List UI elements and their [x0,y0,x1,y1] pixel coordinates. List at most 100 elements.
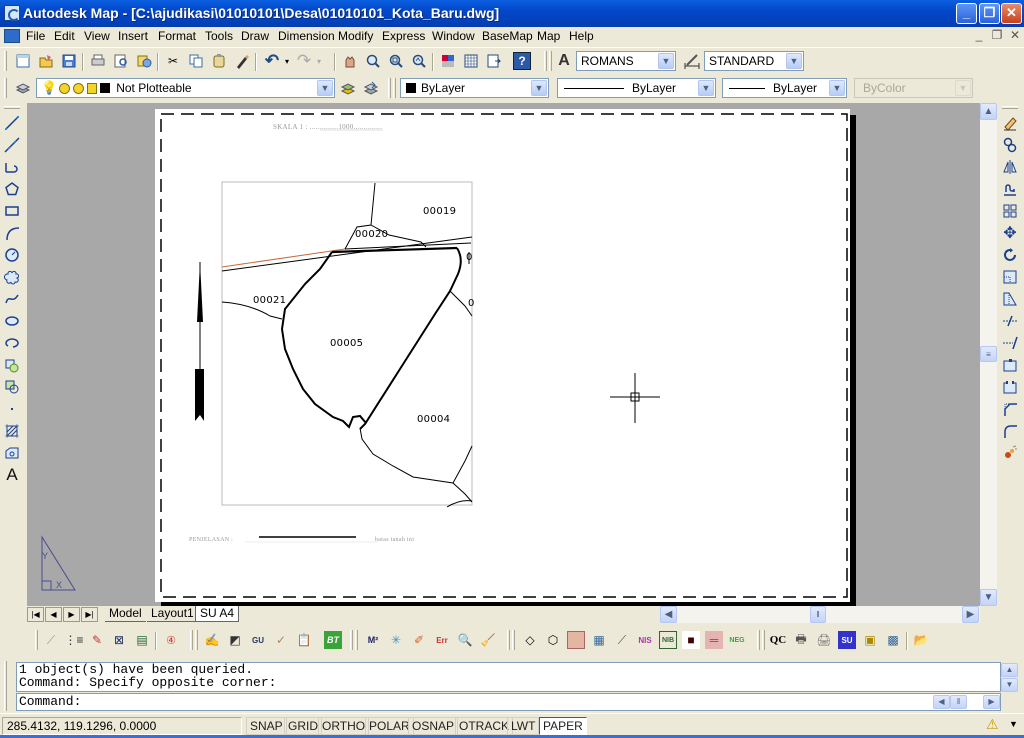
command-scroll-down-button[interactable]: ▼ [1001,678,1018,692]
zoom-window-icon[interactable] [387,52,405,70]
rotate-icon[interactable] [1001,246,1019,264]
measure-icon[interactable]: ⊠ [110,631,128,649]
array-icon[interactable] [1001,202,1019,220]
parcel-label[interactable]: 00021 [253,295,286,306]
offset-icon[interactable] [1001,180,1019,198]
publish-icon[interactable] [135,52,153,70]
cleanup-broom-icon[interactable]: 🧹 [479,631,497,649]
line-icon[interactable] [3,114,21,132]
design-center-icon[interactable] [462,52,480,70]
toolbar-grip[interactable] [4,51,7,71]
menu-window[interactable]: Window [432,29,475,43]
otrack-toggle[interactable]: OTRACK [455,717,514,735]
viewport-freeze-icon[interactable] [73,82,85,94]
toolbar-grip[interactable] [4,78,7,98]
doc-minimize-button[interactable]: _ [972,28,986,42]
minimize-button[interactable]: _ [956,3,977,24]
redo-dropdown-icon[interactable]: ▾ [314,52,324,70]
layer-manager-icon[interactable] [14,79,32,97]
menu-basemap[interactable]: BaseMap [482,29,533,43]
qc-button[interactable]: QC [769,631,787,649]
draw-line-icon[interactable]: ⟋ [613,631,631,649]
undo-icon[interactable]: ↶ [263,51,281,70]
layer-select[interactable]: 💡 Not Plotteable ▼ [36,78,335,98]
last-tab-button[interactable]: ▶| [81,607,98,622]
dim-style-select[interactable]: STANDARD ▼ [704,51,804,71]
paper-toggle[interactable]: PAPER [539,717,587,735]
lock-icon[interactable] [87,82,98,94]
menu-draw[interactable]: Draw [241,29,269,43]
chevron-down-icon[interactable]: ▼ [786,53,802,69]
restore-button[interactable]: ❐ [979,3,1000,24]
scroll-right-button[interactable]: ▶ [962,606,979,623]
bt-button[interactable]: BT [324,631,342,649]
double-line-icon[interactable]: ═ [705,631,723,649]
layout-image-icon[interactable]: ▣ [861,631,879,649]
make-current-layer-icon[interactable] [339,79,357,97]
frame-icon[interactable]: ▩ [884,631,902,649]
chevron-down-icon[interactable]: ▼ [698,80,714,96]
nib-button[interactable]: NIB [659,631,677,649]
print-preview-icon[interactable]: 🖶 [792,631,810,649]
su-button[interactable]: SU [838,631,856,649]
paste-icon[interactable] [210,52,228,70]
menu-insert[interactable]: Insert [118,29,148,43]
parcel-fill-icon[interactable] [567,631,585,649]
region-icon[interactable] [3,444,21,462]
make-block-icon[interactable] [3,378,21,396]
color-block-icon[interactable]: ■ [682,631,700,649]
tab-model[interactable]: Model [105,606,146,622]
parcel-label[interactable]: 00004 [417,414,450,425]
cut-icon[interactable]: ✂ [164,52,182,70]
toolbar-grip[interactable] [190,630,193,650]
toolbar-grip[interactable] [388,78,391,98]
tab-su-a4[interactable]: SU A4 [195,606,240,622]
toolbar-grip[interactable] [355,630,358,650]
toolbar-grip[interactable] [195,630,198,650]
text-style-select[interactable]: ROMANS ▼ [576,51,676,71]
match-properties-icon[interactable] [233,52,251,70]
grid-toggle[interactable]: GRID [284,717,322,735]
copy-object-icon[interactable] [1001,136,1019,154]
close-button[interactable]: ✕ [1001,3,1022,24]
toolbar-grip[interactable] [35,630,38,650]
stretch-icon[interactable] [1001,290,1019,308]
horizontal-scroll-thumb[interactable]: ‖ [810,606,826,623]
status-menu-arrow-icon[interactable]: ▼ [1009,719,1018,729]
osnap-toggle[interactable]: OSNAP [408,717,459,735]
autodesk-map-app-icon[interactable] [4,5,20,21]
scroll-up-button[interactable]: ▲ [980,103,997,120]
break-icon[interactable] [1001,378,1019,396]
printer-icon[interactable]: 🖨 [815,631,833,649]
toolbar-grip[interactable] [350,630,353,650]
tool-palettes-icon[interactable] [485,52,503,70]
menu-format[interactable]: Format [158,29,196,43]
parcel-label[interactable]: 00019 [423,206,456,217]
toolbar-grip[interactable] [762,630,765,650]
menu-help[interactable]: Help [569,29,594,43]
command-scroll-left-button[interactable]: ◀ [933,695,950,709]
extend-icon[interactable] [1001,334,1019,352]
color-select[interactable]: ByLayer ▼ [400,78,549,98]
edit-form-icon[interactable]: ✍ [203,631,221,649]
copy-icon[interactable] [187,52,205,70]
open-icon[interactable] [37,52,55,70]
new-icon[interactable] [14,52,32,70]
revision-cloud-icon[interactable] [3,268,21,286]
spline-icon[interactable] [3,290,21,308]
chevron-down-icon[interactable]: ▼ [658,53,674,69]
hatch-icon[interactable] [3,422,21,440]
toolbar-grip[interactable] [507,630,510,650]
error-search-icon[interactable]: 🔍 [456,631,474,649]
command-scroll-up-button[interactable]: ▲ [1001,663,1018,677]
toolbar-grip[interactable] [393,78,396,98]
mirror-icon[interactable] [1001,158,1019,176]
plot-preview-icon[interactable] [112,52,130,70]
pan-icon[interactable] [341,52,359,70]
image-clip-icon[interactable]: ◩ [226,631,244,649]
toolbar-grip[interactable] [549,51,552,71]
number-four-icon[interactable]: ④ [162,631,180,649]
toolbar-grip[interactable] [544,51,547,71]
dimension-edit-icon[interactable]: ✎ [88,631,106,649]
tab-layout1[interactable]: Layout1 [147,606,198,622]
